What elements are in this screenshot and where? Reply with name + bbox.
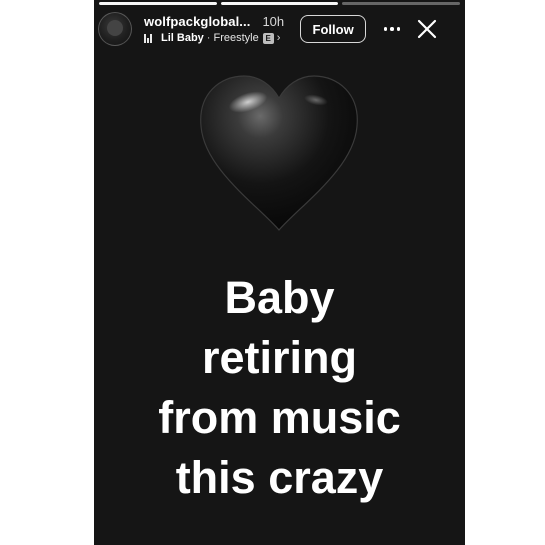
progress-segment: [99, 2, 217, 5]
black-heart-icon: [196, 72, 362, 234]
progress-segment: [220, 2, 339, 5]
explicit-badge: E: [262, 32, 274, 44]
caption-line: this crazy: [175, 452, 384, 503]
story-viewer[interactable]: wolfpackglobal... 10h Lil Baby · Freesty…: [94, 0, 465, 545]
close-icon[interactable]: [416, 18, 438, 40]
story-meta-top: wolfpackglobal... 10h: [144, 14, 284, 29]
story-caption: Baby retiring from music this crazy: [94, 268, 465, 508]
music-artist: Lil Baby: [161, 32, 204, 44]
avatar[interactable]: [98, 12, 132, 46]
username[interactable]: wolfpackglobal...: [144, 14, 250, 29]
progress-segment: [342, 2, 461, 5]
caption-line: from music: [158, 392, 401, 443]
more-horizontal-icon[interactable]: [380, 17, 404, 41]
music-attribution[interactable]: Lil Baby · Freestyle E ›: [144, 32, 284, 44]
post-time: 10h: [262, 14, 285, 29]
story-meta: wolfpackglobal... 10h Lil Baby · Freesty…: [144, 14, 284, 44]
screenshot-frame: wolfpackglobal... 10h Lil Baby · Freesty…: [0, 0, 545, 545]
follow-button[interactable]: Follow: [300, 15, 367, 43]
progress-segment-fill: [220, 2, 339, 5]
music-separator: ·: [206, 32, 211, 44]
chevron-right-icon: ›: [276, 32, 281, 44]
caption-line: retiring: [201, 332, 358, 383]
caption-line: Baby: [224, 272, 335, 323]
avatar-image: [107, 20, 123, 36]
progress-segment-fill: [99, 2, 217, 5]
equalizer-icon: [144, 33, 155, 43]
music-track: Freestyle: [213, 32, 259, 44]
story-header: wolfpackglobal... 10h Lil Baby · Freesty…: [98, 9, 457, 49]
story-progress-bar: [99, 2, 461, 5]
